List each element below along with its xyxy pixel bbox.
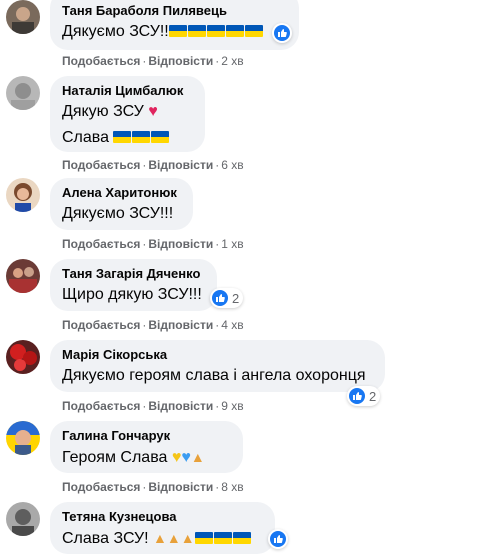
avatar[interactable] (6, 502, 40, 536)
comment-author[interactable]: Наталія Цимбалюк (62, 82, 193, 99)
reaction-count[interactable] (268, 529, 288, 549)
folded-hands-icon: ▲ (190, 449, 205, 465)
comment-bubble: Марія Сікорська Дякуємо героям слава і а… (50, 340, 385, 392)
avatar[interactable] (6, 340, 40, 374)
like-link[interactable]: Подобається (62, 158, 140, 172)
comment-text: Дякуємо героям слава і ангела охоронця (62, 367, 366, 384)
reply-link[interactable]: Відповісти (148, 480, 213, 494)
red-heart-icon: ♥ (148, 103, 158, 120)
comment-author[interactable]: Тетяна Кузнецова (62, 508, 263, 525)
like-icon (212, 290, 228, 306)
reaction-count[interactable]: 2 (347, 386, 381, 406)
comment-actions: Подобається · Відповісти · 6 хв (62, 158, 244, 172)
comment-bubble: Тетяна Кузнецова Слава ЗСУ! ▲▲▲ (50, 502, 275, 554)
comment-actions: Подобається · Відповісти · 8 хв (62, 480, 244, 494)
folded-hands-icon: ▲ (180, 530, 195, 546)
comment-bubble: Таня Загарія Дяченко Щиро дякую ЗСУ!!! (50, 259, 217, 311)
like-icon (349, 388, 365, 404)
comment-text: Щиро дякую ЗСУ!!! (62, 286, 202, 303)
ukraine-flag-icon (113, 131, 132, 143)
comment-time[interactable]: 8 хв (221, 480, 243, 494)
comment-text: Дякую ЗСУ (62, 103, 144, 120)
ukraine-flag-icon (225, 25, 244, 37)
comment-time[interactable]: 4 хв (221, 318, 243, 332)
comment-actions: Подобається · Відповісти · 9 хв (62, 399, 244, 413)
reaction-number: 2 (232, 290, 240, 306)
comment-author[interactable]: Таня Загарія Дяченко (62, 265, 205, 282)
comment-actions: Подобається · Відповісти · 2 хв (62, 54, 244, 68)
comment-text-line: Слава (62, 125, 193, 151)
comment-text: Героям Слава (62, 449, 168, 466)
like-icon (270, 531, 286, 547)
comment-actions: Подобається · Відповісти · 1 хв (62, 237, 244, 251)
avatar[interactable] (6, 178, 40, 212)
like-link[interactable]: Подобається (62, 399, 140, 413)
comment-bubble: Наталія Цимбалюк Дякую ЗСУ ♥ Слава (50, 76, 205, 152)
ukraine-flag-icon (213, 532, 232, 544)
comment-author[interactable]: Алена Харитонюк (62, 184, 181, 201)
comment-text: Слава ЗСУ! (62, 530, 149, 547)
folded-hands-icon: ▲ (153, 530, 167, 546)
ukraine-flag-icon (194, 532, 213, 544)
reply-link[interactable]: Відповісти (148, 318, 213, 332)
comment-time[interactable]: 6 хв (221, 158, 243, 172)
like-icon (274, 25, 290, 41)
yellow-heart-icon: ♥ (171, 449, 182, 466)
like-link[interactable]: Подобається (62, 480, 140, 494)
reaction-count[interactable]: 2 (210, 288, 244, 308)
like-link[interactable]: Подобається (62, 237, 140, 251)
ukraine-flag-icon (187, 25, 206, 37)
blue-heart-icon: ♥ (181, 449, 191, 466)
avatar[interactable] (6, 259, 40, 293)
ukraine-flag-icon (232, 532, 251, 544)
reply-link[interactable]: Відповісти (148, 399, 213, 413)
reaction-count[interactable] (272, 23, 292, 43)
comment-time[interactable]: 1 хв (221, 237, 243, 251)
avatar[interactable] (6, 76, 40, 110)
comment-bubble: Таня Бараболя Пилявець Дякуємо ЗСУ!! (50, 0, 299, 50)
comment-text: Дякуємо ЗСУ!!! (62, 205, 174, 222)
comment-text-line: Героям Слава ♥♥▲ (62, 444, 231, 471)
like-link[interactable]: Подобається (62, 54, 140, 68)
ukraine-flag-icon (151, 131, 170, 143)
comment-text-line: Дякую ЗСУ ♥ (62, 99, 193, 125)
reaction-number: 2 (369, 388, 377, 404)
ukraine-flag-icon (168, 25, 187, 37)
comment-actions: Подобається · Відповісти · 4 хв (62, 318, 244, 332)
avatar[interactable] (6, 0, 40, 34)
reply-link[interactable]: Відповісти (148, 237, 213, 251)
comment-text: Дякуємо ЗСУ!! (62, 23, 169, 40)
avatar[interactable] (6, 421, 40, 455)
comment-text-2: Слава (62, 129, 110, 146)
reply-link[interactable]: Відповісти (148, 158, 213, 172)
ukraine-flag-icon (132, 131, 151, 143)
comment-author[interactable]: Галина Гончарук (62, 427, 231, 444)
comment-bubble: Галина Гончарук Героям Слава ♥♥▲ (50, 421, 243, 473)
ukraine-flag-icon (244, 25, 263, 37)
comment-author[interactable]: Марія Сікорська (62, 346, 373, 363)
comment-bubble: Алена Харитонюк Дякуємо ЗСУ!!! (50, 178, 193, 230)
comment-text-line: Слава ЗСУ! ▲▲▲ (62, 525, 263, 552)
like-link[interactable]: Подобається (62, 318, 140, 332)
reply-link[interactable]: Відповісти (148, 54, 213, 68)
comment-text-line: Дякуємо ЗСУ!! (62, 19, 287, 45)
folded-hands-icon: ▲ (166, 530, 181, 546)
comment-time[interactable]: 2 хв (221, 54, 243, 68)
comment-time[interactable]: 9 хв (221, 399, 243, 413)
ukraine-flag-icon (206, 25, 225, 37)
comment-author[interactable]: Таня Бараболя Пилявець (62, 2, 287, 19)
